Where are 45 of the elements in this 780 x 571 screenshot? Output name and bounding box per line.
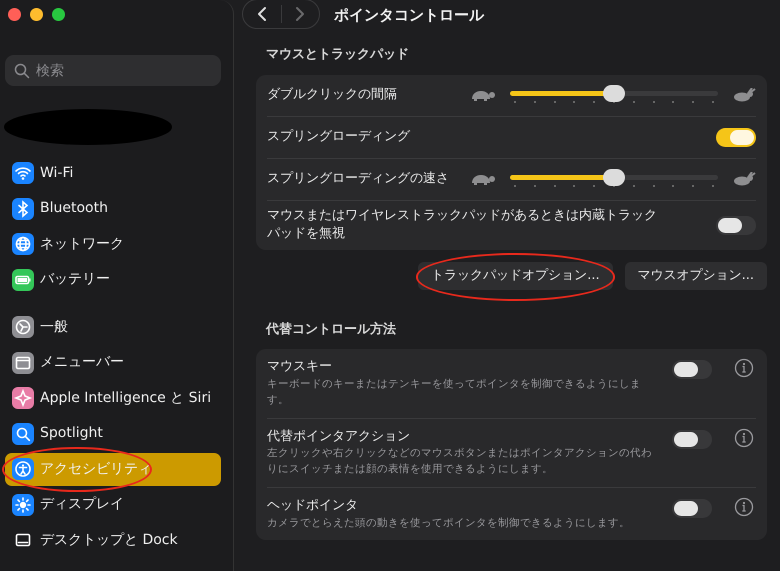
setting-description: 左クリックや右クリックなどのマウスボタンまたはポインタアクションの代わりにスイッチまたは顔の表情を使用できるようにします。 [267,446,653,478]
slider-thumb[interactable] [603,169,625,186]
chevron-left-icon [256,6,267,22]
sidebar-item[interactable]: メニューバー [5,346,221,380]
info-icon[interactable] [734,428,754,448]
option-button[interactable]: トラックパッドオプション... [418,262,613,290]
rabbit-icon [732,88,756,102]
rabbit-icon [732,172,756,186]
sidebar-item[interactable]: 一般 [5,310,221,344]
zoom-button[interactable] [52,8,65,21]
section-title: マウスとトラックパッド [266,46,410,64]
chevron-right-icon [295,6,306,22]
setting-description: カメラでとらえた頭の動きを使ってポインタを制御できるようにします。 [267,516,631,531]
toggle-switch[interactable] [672,430,712,449]
info-icon[interactable] [734,358,754,378]
toggle-switch[interactable] [716,128,756,146]
sidebar-item[interactable]: Bluetooth [5,192,221,226]
option-button[interactable]: マウスオプション... [624,262,767,290]
setting-label: スプリングローディングの速さ [267,170,450,188]
sidebar-item[interactable]: Apple Intelligence と Siri [5,382,221,415]
minimize-button[interactable] [30,8,43,21]
sidebar-item[interactable]: ネットワーク [5,228,221,261]
setting-label: マウスまたはワイヤレストラックパッドがあるときは内蔵トラックパッドを無視 [267,206,658,244]
toggle-switch[interactable] [672,360,712,380]
setting-label: ヘッドポインタ [267,496,359,515]
sidebar-item[interactable]: デスクトップと Dock [5,524,221,557]
tortoise-icon [470,172,496,186]
toggle-switch[interactable] [716,216,756,235]
toggle-switch[interactable] [672,498,712,518]
section-title: 代替コントロール方法 [266,320,397,339]
tortoise-icon [470,88,496,102]
info-icon[interactable] [734,496,754,517]
setting-description: キーボードのキーまたはテンキーを使ってポインタを制御できるようにします。 [267,377,642,408]
close-button[interactable] [8,8,21,21]
search-field[interactable]: 検索 [5,55,221,86]
sidebar-item[interactable]: ディスプレイ [5,488,221,522]
setting-label: 代替ポインタアクション [267,428,411,446]
setting-label: スプリングローディング [267,128,412,146]
slider-thumb[interactable] [603,85,625,102]
setting-label: ダブルクリックの間隔 [267,86,398,104]
setting-label: マウスキー [267,358,333,376]
sidebar-item[interactable]: Spotlight [5,417,221,450]
page-title: ポインタコントロール [334,4,484,26]
sidebar-item[interactable]: バッテリー [5,263,221,296]
sidebar-item[interactable]: Wi-Fi [5,156,221,190]
